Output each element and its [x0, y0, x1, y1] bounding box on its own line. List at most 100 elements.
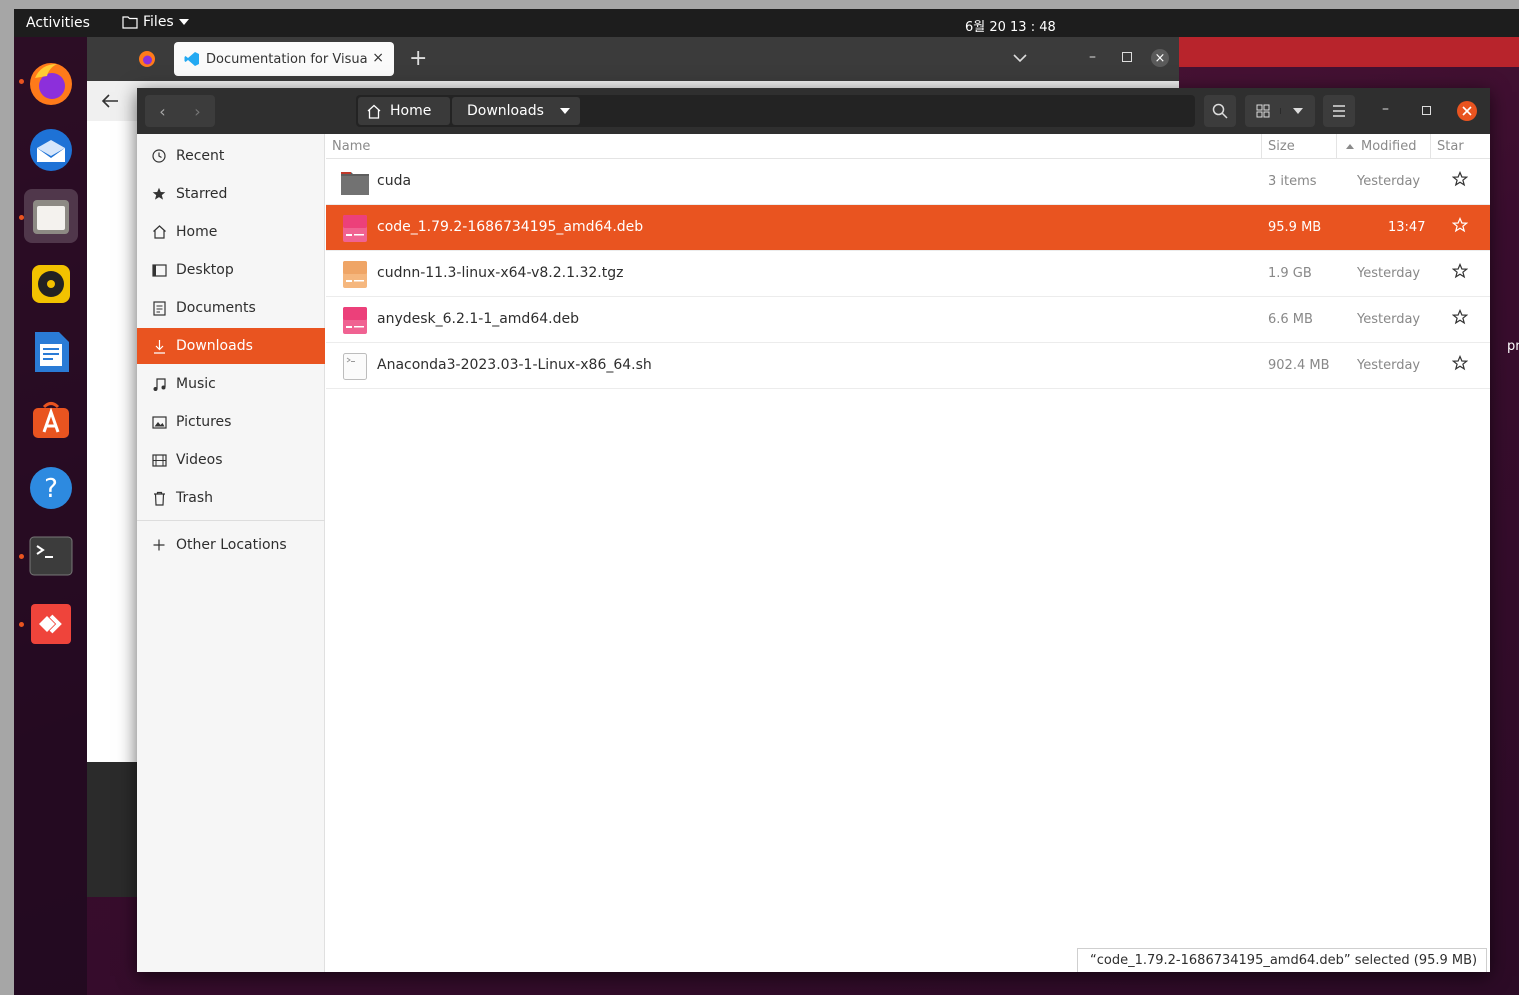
deb-package-icon — [343, 307, 367, 334]
file-list: Name Size Modified Star cuda 3 items Yes… — [326, 134, 1490, 972]
sidebar-item-label: Downloads — [176, 338, 253, 354]
file-name: anydesk_6.2.1-1_amd64.deb — [377, 311, 579, 327]
close-button[interactable] — [1457, 101, 1477, 121]
files-icon[interactable] — [24, 189, 78, 243]
documents-icon — [151, 300, 167, 316]
minimize-button[interactable]: – — [1382, 101, 1389, 117]
sidebar-item-label: Trash — [176, 490, 213, 506]
file-size: 3 items — [1268, 174, 1317, 189]
column-star[interactable]: Star — [1437, 139, 1464, 154]
chevron-down-icon[interactable] — [1013, 53, 1027, 63]
new-tab-button[interactable]: + — [409, 46, 427, 71]
dock: ? — [14, 37, 87, 995]
file-name: code_1.79.2-1686734195_amd64.deb — [377, 219, 644, 235]
sidebar-item-label: Home — [176, 224, 218, 240]
maximize-button[interactable] — [1122, 52, 1132, 62]
help-icon[interactable]: ? — [24, 461, 78, 515]
background-window-strip — [1179, 37, 1519, 67]
software-center-icon[interactable] — [24, 393, 78, 447]
browser-tab[interactable]: Documentation for Visua × — [174, 42, 394, 76]
sidebar-item-documents[interactable]: Documents — [137, 290, 325, 326]
column-size[interactable]: Size — [1268, 139, 1295, 154]
top-bar: Activities Files 6월 20 13 : 48 — [14, 9, 1519, 37]
deb-package-icon — [343, 215, 367, 242]
view-toggle-group — [1245, 95, 1315, 127]
file-modified: Yesterday — [1357, 358, 1421, 373]
sidebar-item-recent[interactable]: Recent — [137, 138, 325, 174]
path-home-label: Home — [390, 103, 432, 119]
close-button[interactable]: × — [1151, 49, 1169, 67]
sidebar-item-starred[interactable]: Starred — [137, 176, 325, 212]
sidebar-item-label: Starred — [176, 186, 228, 202]
sort-ascending-icon — [1346, 144, 1354, 149]
file-row[interactable]: anydesk_6.2.1-1_amd64.deb 6.6 MB Yesterd… — [326, 297, 1490, 343]
desktop-icon — [151, 262, 167, 278]
sidebar-item-label: Videos — [176, 452, 223, 468]
column-name[interactable]: Name — [332, 139, 370, 154]
plus-icon — [151, 537, 167, 553]
sidebar-item-trash[interactable]: Trash — [137, 480, 325, 516]
file-size: 902.4 MB — [1268, 358, 1330, 373]
sidebar-item-label: Music — [176, 376, 216, 392]
sidebar-item-label: Desktop — [176, 262, 234, 278]
back-button[interactable]: ‹ — [145, 102, 180, 121]
star-outline-icon[interactable] — [1452, 263, 1468, 279]
browser-tabbar: Documentation for Visua × + – × — [87, 37, 1179, 81]
activities-button[interactable]: Activities — [26, 15, 90, 31]
home-icon — [151, 224, 167, 240]
firefox-icon[interactable] — [24, 57, 78, 111]
column-modified[interactable]: Modified — [1361, 139, 1416, 154]
writer-icon[interactable] — [24, 325, 78, 379]
maximize-button[interactable] — [1422, 106, 1431, 115]
menu-button[interactable] — [1323, 95, 1355, 127]
close-icon — [1462, 106, 1472, 116]
sidebar-item-home[interactable]: Home — [137, 214, 325, 250]
terminal-icon[interactable] — [24, 529, 78, 583]
sidebar-item-videos[interactable]: Videos — [137, 442, 325, 478]
sidebar-item-downloads[interactable]: Downloads — [137, 328, 325, 364]
star-outline-icon[interactable] — [1452, 309, 1468, 325]
sidebar-item-label: Other Locations — [176, 537, 287, 553]
sidebar-divider — [137, 520, 325, 521]
view-options-button[interactable] — [1280, 108, 1315, 114]
file-modified: Yesterday — [1357, 266, 1421, 281]
file-row[interactable]: cudnn-11.3-linux-x64-v8.2.1.32.tgz 1.9 G… — [326, 251, 1490, 297]
chevron-down-icon — [178, 19, 189, 25]
star-outline-icon[interactable] — [1452, 217, 1468, 233]
search-button[interactable] — [1204, 95, 1236, 127]
sidebar-item-music[interactable]: Music — [137, 366, 325, 402]
browser-tab-title: Documentation for Visua — [206, 51, 368, 67]
file-row-selected[interactable]: code_1.79.2-1686734195_amd64.deb 95.9 MB… — [326, 205, 1490, 251]
firefox-icon[interactable] — [138, 50, 156, 68]
clock[interactable]: 6월 20 13 : 48 — [965, 16, 1056, 35]
file-row[interactable]: cuda 3 items Yesterday — [326, 159, 1490, 205]
column-divider — [1261, 134, 1262, 159]
vscode-icon — [184, 52, 199, 66]
sidebar-item-desktop[interactable]: Desktop — [137, 252, 325, 288]
pictures-icon — [151, 414, 167, 430]
sidebar-item-pictures[interactable]: Pictures — [137, 404, 325, 440]
nav-buttons: ‹ › — [145, 95, 215, 127]
script-icon — [343, 353, 367, 380]
close-tab-icon[interactable]: × — [372, 50, 384, 66]
thunderbird-icon[interactable] — [24, 123, 78, 177]
star-outline-icon[interactable] — [1452, 171, 1468, 187]
path-bar: Home Downloads — [356, 95, 1195, 127]
videos-icon — [151, 452, 167, 468]
svg-text:?: ? — [44, 474, 58, 504]
file-row[interactable]: Anaconda3-2023.03-1-Linux-x86_64.sh 902.… — [326, 343, 1490, 389]
star-outline-icon[interactable] — [1452, 355, 1468, 371]
back-arrow-icon[interactable] — [101, 93, 119, 109]
sidebar-item-other-locations[interactable]: Other Locations — [137, 527, 325, 563]
forward-button[interactable]: › — [180, 102, 215, 121]
anydesk-icon[interactable] — [24, 597, 78, 651]
rhythmbox-icon[interactable] — [24, 257, 78, 311]
sidebar-item-label: Recent — [176, 148, 225, 164]
grid-view-button[interactable] — [1245, 104, 1280, 118]
app-menu[interactable]: Files — [122, 14, 189, 30]
column-divider — [1430, 134, 1431, 159]
file-name: cudnn-11.3-linux-x64-v8.2.1.32.tgz — [377, 265, 624, 281]
path-home-button[interactable]: Home — [358, 97, 450, 125]
path-downloads-button[interactable]: Downloads — [452, 97, 580, 125]
minimize-button[interactable]: – — [1089, 49, 1096, 65]
